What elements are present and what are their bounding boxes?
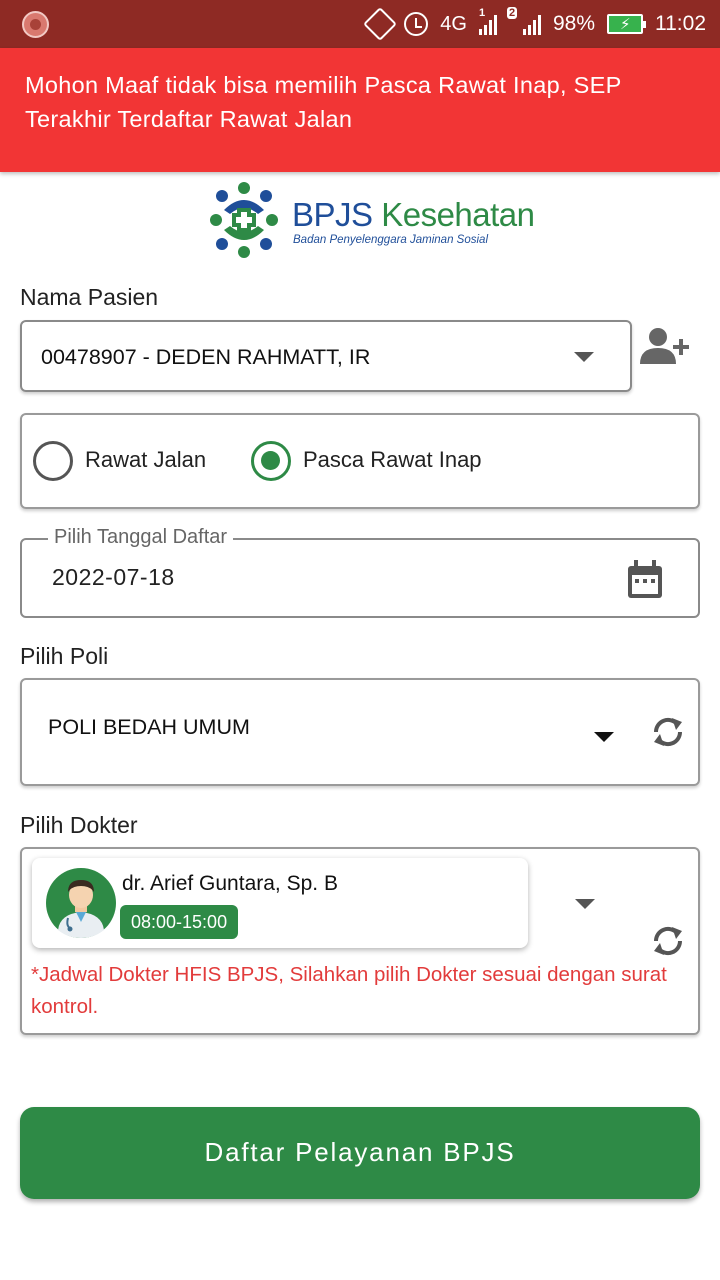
signal-sim2-icon: 2 (506, 7, 541, 35)
poli-label: Pilih Poli (20, 643, 109, 669)
radio-rawat-jalan[interactable] (33, 441, 73, 481)
bpjs-logo: BPJS Kesehatan Badan Penyelenggara Jamin… (204, 180, 535, 262)
signal-sim1-icon: 1 (478, 7, 497, 35)
doctor-schedule-badge: 08:00-15:00 (120, 905, 239, 939)
chevron-down-icon (575, 899, 595, 909)
error-alert: Mohon Maaf tidak bisa memilih Pasca Rawa… (0, 48, 720, 172)
care-type-radio-group: Rawat Jalan Pasca Rawat Inap (20, 413, 700, 509)
doctor-name: dr. Arief Guntara, Sp. B (122, 872, 338, 895)
add-user-icon[interactable] (640, 326, 692, 366)
logo-title: BPJS Kesehatan (292, 196, 535, 234)
clock: 11:02 (655, 12, 706, 35)
sim1-index: 1 (478, 7, 486, 19)
date-value: 2022-07-18 (52, 564, 175, 590)
bpjs-logo-icon (210, 182, 278, 258)
calendar-icon[interactable] (626, 560, 664, 600)
refresh-icon[interactable] (648, 921, 688, 961)
status-bar: 4G 1 2 98% ⚡ 11:02 (0, 0, 720, 48)
app-notification-icon (22, 11, 49, 38)
poli-value: POLI BEDAH UMUM (48, 715, 250, 739)
logo-title-kesehatan: Kesehatan (381, 196, 535, 233)
logo-subtitle: Badan Penyelenggara Jaminan Sosial (293, 234, 488, 246)
sim2-index: 2 (506, 7, 518, 19)
logo-title-bpjs: BPJS (292, 196, 373, 233)
status-indicators: 4G 1 2 98% ⚡ 11:02 (363, 0, 706, 48)
doctor-schedule-note: *Jadwal Dokter HFIS BPJS, Silahkan pilih… (31, 963, 667, 1018)
registration-date-field[interactable]: Pilih Tanggal Daftar 2022-07-18 (20, 526, 700, 618)
chevron-down-icon (574, 352, 594, 362)
patient-select[interactable]: 00478907 - DEDEN RAHMATT, IR (20, 320, 632, 392)
rotate-icon (363, 7, 398, 41)
patient-label: Nama Pasien (20, 284, 159, 310)
patient-value: 00478907 - DEDEN RAHMATT, IR (41, 345, 371, 369)
doctor-avatar-icon (46, 868, 116, 938)
radio-pasca-rawat-inap-label[interactable]: Pasca Rawat Inap (303, 447, 482, 473)
doctor-label: Pilih Dokter (20, 812, 138, 838)
refresh-icon[interactable] (648, 712, 688, 752)
battery-percent: 98% (552, 12, 595, 35)
radio-pasca-rawat-inap[interactable] (251, 441, 291, 481)
doctor-card[interactable]: dr. Arief Guntara, Sp. B 08:00-15:00 (32, 858, 528, 948)
battery-icon: ⚡ (607, 14, 646, 34)
doctor-select[interactable]: dr. Arief Guntara, Sp. B 08:00-15:00 *Ja… (20, 847, 700, 1035)
date-field-label: Pilih Tanggal Daftar (48, 526, 234, 549)
chevron-down-icon (594, 732, 614, 742)
radio-rawat-jalan-label[interactable]: Rawat Jalan (85, 447, 206, 473)
poli-select[interactable]: POLI BEDAH UMUM (20, 678, 700, 786)
submit-button[interactable]: Daftar Pelayanan BPJS (20, 1107, 700, 1199)
network-type: 4G (440, 12, 467, 35)
alarm-icon (404, 12, 429, 36)
